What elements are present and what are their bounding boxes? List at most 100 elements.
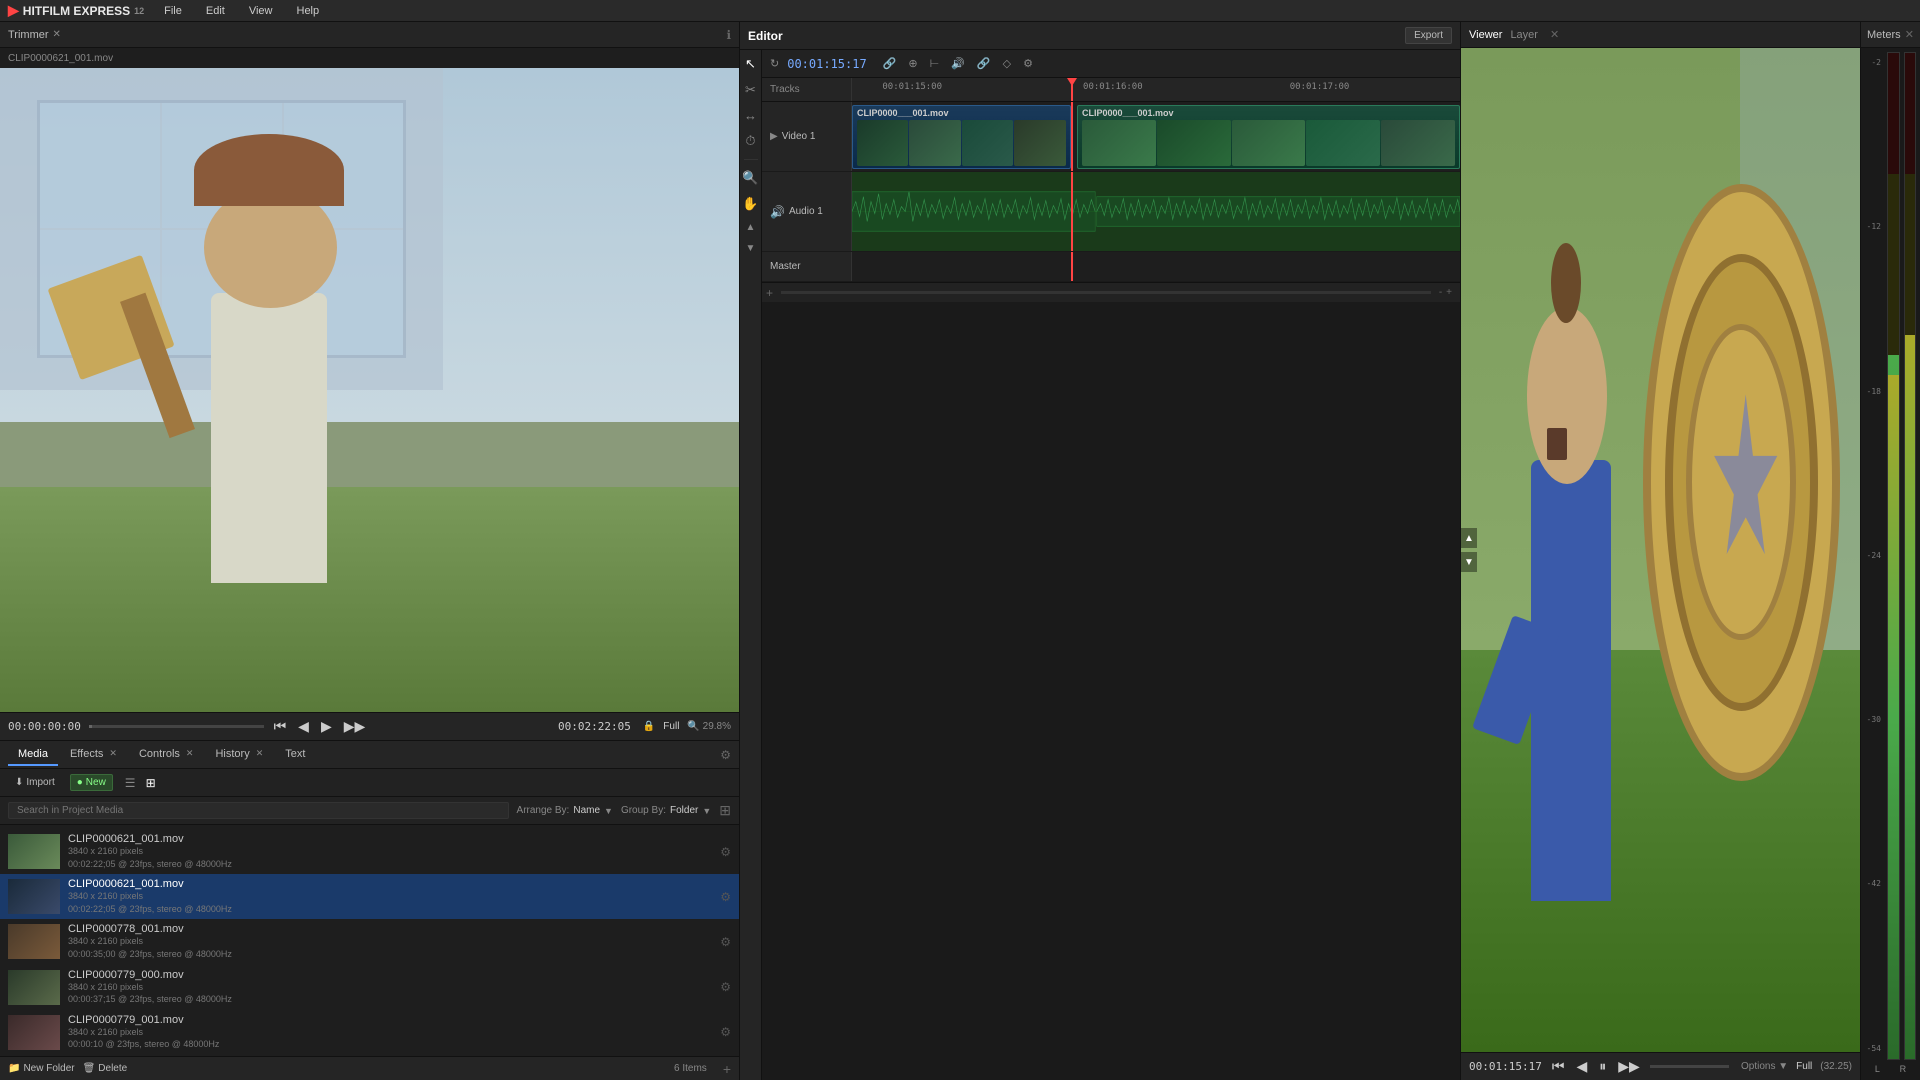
tab-text-label: Text: [285, 748, 305, 760]
meter-right: [1904, 52, 1917, 1060]
viewer-nav-up[interactable]: ▲: [1461, 528, 1477, 548]
master-track-content[interactable]: [852, 252, 1460, 281]
tool-rate[interactable]: ⏱: [743, 131, 757, 151]
trimmer-preview: [0, 68, 739, 712]
video-track-expand[interactable]: ▶: [770, 131, 778, 142]
trim-fwd-btn[interactable]: ▶▶: [342, 716, 368, 737]
menu-help[interactable]: Help: [293, 3, 324, 19]
ed-loop-btn[interactable]: ↻: [766, 55, 783, 72]
new-button[interactable]: ● New: [70, 774, 113, 791]
add-track-icon[interactable]: +: [766, 286, 773, 300]
file-item-2[interactable]: CLIP0000778_001.mov 3840 x 2160 pixels 0…: [0, 919, 739, 964]
menu-file[interactable]: File: [160, 3, 186, 19]
tab-history-close[interactable]: ✕: [256, 748, 264, 759]
file-item-0[interactable]: CLIP0000621_001.mov 3840 x 2160 pixels 0…: [0, 829, 739, 874]
menu-edit[interactable]: Edit: [202, 3, 229, 19]
meter-label-r: R: [1900, 1064, 1907, 1074]
search-input[interactable]: [8, 802, 509, 819]
ed-settings-btn[interactable]: ⚙: [1019, 55, 1037, 72]
ed-split-btn[interactable]: ⊢: [926, 55, 944, 72]
viewer-back-btn[interactable]: ◀: [1574, 1056, 1589, 1077]
meters-close[interactable]: ✕: [1905, 28, 1914, 41]
ruler-time-0: 00:01:15:00: [882, 82, 942, 92]
tool-slip[interactable]: ↔: [742, 106, 759, 125]
tab-effects[interactable]: Effects ✕: [60, 744, 127, 766]
file-options-2[interactable]: ⚙: [720, 935, 731, 949]
meter-left: [1887, 52, 1900, 1060]
viewer-prev-btn[interactable]: ⏮: [1550, 1056, 1567, 1077]
list-view-btn[interactable]: ☰: [121, 774, 140, 792]
media-panel: Media Effects ✕ Controls ✕ History ✕ Tex…: [0, 740, 739, 1080]
file-item-4[interactable]: CLIP0000779_001.mov 3840 x 2160 pixels 0…: [0, 1010, 739, 1055]
video-track-content[interactable]: CLIP0000___001.mov: [852, 102, 1460, 171]
layer-close[interactable]: ✕: [1550, 28, 1559, 41]
video-clip-1-name: CLIP0000___001.mov: [857, 108, 1066, 118]
viewer-nav-down[interactable]: ▼: [1461, 552, 1477, 572]
tab-history[interactable]: History ✕: [205, 744, 273, 766]
grid-view-btn[interactable]: ⊞: [142, 774, 160, 792]
viewer-tab-active[interactable]: Viewer: [1469, 29, 1502, 41]
ed-audio-btn[interactable]: 🔊: [947, 55, 969, 72]
ed-link-btn[interactable]: 🔗: [973, 55, 995, 72]
tool-arrow-down[interactable]: ▼: [744, 241, 758, 256]
file-options-0[interactable]: ⚙: [720, 845, 731, 859]
tool-select[interactable]: ↖: [743, 54, 758, 74]
trim-quality[interactable]: Full: [663, 721, 679, 732]
ed-snap-btn[interactable]: 🔗: [879, 55, 901, 72]
trim-back-btn[interactable]: ◀: [296, 716, 311, 737]
tab-effects-close[interactable]: ✕: [109, 748, 117, 759]
file-options-4[interactable]: ⚙: [720, 1025, 731, 1039]
viewer-fwd-btn[interactable]: ▶▶: [1616, 1056, 1642, 1077]
trimmer-scrubber[interactable]: [89, 725, 264, 728]
media-settings-icon[interactable]: ⚙: [720, 748, 731, 762]
tab-controls-close[interactable]: ✕: [186, 748, 194, 759]
group-by-value[interactable]: Folder: [670, 805, 698, 816]
video-clip-2[interactable]: CLIP0000___001.mov: [1077, 105, 1460, 169]
file-options-3[interactable]: ⚙: [720, 980, 731, 994]
editor-toolbar: ↻ 00:01:15:17 🔗 ⊕ ⊢ 🔊 🔗 ◇ ⚙: [762, 50, 1460, 78]
tab-controls[interactable]: Controls ✕: [129, 744, 204, 766]
timeline-zoom-in[interactable]: +: [1446, 287, 1452, 298]
ruler-marks[interactable]: 00:01:15:00 00:01:16:00 00:01:17:00: [852, 78, 1460, 101]
viewer-header: Viewer Layer ✕: [1461, 22, 1860, 48]
tool-zoom[interactable]: 🔍: [740, 168, 760, 188]
trim-mark-in[interactable]: 🔒: [643, 721, 655, 732]
ed-magnet-btn[interactable]: ⊕: [904, 55, 921, 72]
delete-btn[interactable]: 🗑 Delete: [83, 1063, 128, 1074]
trimmer-close[interactable]: ✕: [53, 29, 61, 40]
viewer-options-btn[interactable]: Options ▼: [1741, 1061, 1788, 1072]
new-folder-btn[interactable]: 📁 New Folder: [8, 1063, 75, 1074]
trim-prev-btn[interactable]: ⏮: [272, 716, 289, 737]
ruler-tracks-label: Tracks: [762, 78, 852, 101]
meter-bottom-labels: L R: [1865, 1062, 1916, 1076]
viewer-scrubber[interactable]: [1650, 1065, 1729, 1068]
audio-track-content[interactable]: [852, 172, 1460, 251]
export-button[interactable]: Export: [1405, 27, 1452, 44]
file-options-1[interactable]: ⚙: [720, 890, 731, 904]
file-item-3[interactable]: CLIP0000779_000.mov 3840 x 2160 pixels 0…: [0, 965, 739, 1010]
import-button[interactable]: ⬇ Import: [8, 774, 62, 791]
tool-razor[interactable]: ✂: [743, 80, 758, 100]
arrange-by-value[interactable]: Name: [573, 805, 600, 816]
tool-arrow-up[interactable]: ▲: [744, 220, 758, 235]
viewer-video: ▲ ▼: [1461, 48, 1860, 1052]
viewer-play-btn[interactable]: ⏸: [1597, 1056, 1608, 1077]
viewer-quality[interactable]: Full: [1796, 1061, 1812, 1072]
menu-view[interactable]: View: [245, 3, 277, 19]
trim-play-btn[interactable]: ▶: [319, 716, 334, 737]
file-item-1[interactable]: CLIP0000621_001.mov 3840 x 2160 pixels 0…: [0, 874, 739, 919]
audio-icon: 🔊: [770, 205, 785, 219]
filter-icon[interactable]: ⊞: [719, 802, 731, 819]
video-clip-1[interactable]: CLIP0000___001.mov: [852, 105, 1071, 169]
file-info-3: CLIP0000779_000.mov 3840 x 2160 pixels 0…: [68, 969, 712, 1006]
group-by-label: Group By:: [621, 805, 666, 816]
viewer-tab-layer[interactable]: Layer: [1510, 29, 1538, 41]
tab-text[interactable]: Text: [275, 744, 315, 766]
ed-markers-btn[interactable]: ◇: [999, 55, 1015, 72]
tool-hand[interactable]: ✋: [740, 194, 760, 214]
label-minus54: -54: [1865, 1042, 1883, 1056]
timeline-zoom-out[interactable]: -: [1439, 287, 1442, 298]
timeline-scrollbar[interactable]: [781, 291, 1431, 294]
add-track-btn[interactable]: +: [723, 1061, 731, 1077]
tab-media[interactable]: Media: [8, 744, 58, 766]
